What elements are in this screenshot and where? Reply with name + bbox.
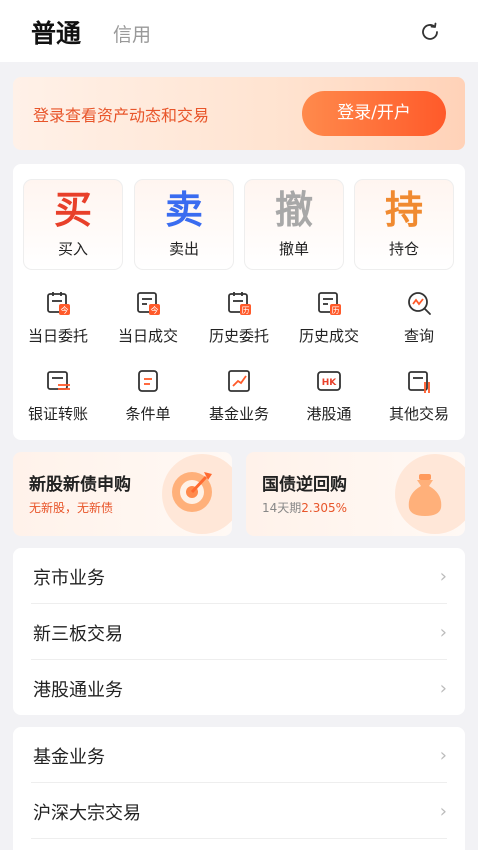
buy-glyph: 买: [53, 188, 92, 232]
cancel-label: 撤单: [278, 240, 309, 258]
buy-button[interactable]: 买 买入: [23, 179, 123, 270]
buy-label: 买入: [57, 240, 88, 258]
positions-button[interactable]: 持 持仓: [354, 179, 454, 270]
history-badge-text: 历: [242, 306, 250, 315]
repo-term: 14天期: [262, 501, 302, 515]
history-badge-text: 历: [332, 306, 340, 315]
promo-title: 国债逆回购: [262, 475, 347, 495]
grid-label: 历史成交: [298, 327, 359, 345]
today-badge-text: 今: [61, 305, 69, 315]
grid-history-orders[interactable]: 历 历史委托: [194, 289, 284, 346]
menu-label: 新三板交易: [33, 624, 123, 645]
grid-condition-order[interactable]: 条件单: [103, 367, 193, 424]
sell-glyph: 卖: [164, 188, 203, 232]
deal-history-icon: 历: [318, 292, 341, 315]
menu-group-1: 京市业务 › 新三板交易 › 港股通业务 ›: [13, 548, 465, 715]
promo-subtitle: 14天期2.305%: [262, 499, 347, 516]
cancel-glyph: 撤: [274, 188, 313, 232]
header: 普通 信用: [0, 0, 478, 62]
grid-label: 条件单: [125, 405, 171, 423]
cancel-order-button[interactable]: 撤 撤单: [244, 179, 344, 270]
refresh-icon[interactable]: [418, 20, 442, 44]
grid-label: 其他交易: [388, 405, 449, 423]
tab-credit[interactable]: 信用: [113, 20, 151, 47]
menu-item-neeq[interactable]: 新三板交易 ›: [31, 604, 447, 660]
grid-label: 港股通: [306, 405, 352, 423]
grid-fund-business[interactable]: 基金业务: [194, 367, 284, 424]
reverse-repo-card[interactable]: 国债逆回购 14天期2.305%: [246, 452, 465, 536]
grid-label: 当日委托: [27, 327, 88, 345]
hk-icon: HK: [317, 371, 341, 391]
chevron-right-icon: ›: [439, 678, 447, 699]
transfer-icon: [47, 371, 70, 390]
fund-icon: [228, 370, 250, 392]
ipo-subscription-card[interactable]: 新股新债申购 无新股，无新债: [13, 452, 232, 536]
target-icon: [162, 454, 232, 534]
grid-label: 基金业务: [208, 405, 269, 423]
hk-badge-text: HK: [322, 378, 338, 388]
positions-glyph: 持: [384, 188, 423, 232]
grid-label: 查询: [403, 327, 434, 345]
today-badge-text: 今: [151, 305, 159, 315]
grid-today-orders[interactable]: 今 当日委托: [13, 289, 103, 346]
menu-group-2: 基金业务 › 沪深大宗交易 ›: [13, 727, 465, 850]
deal-today-icon: 今: [137, 292, 160, 315]
promo-subtitle: 无新股，无新债: [29, 501, 114, 515]
calendar-today-icon: 今: [47, 292, 70, 315]
menu-item-block-trade[interactable]: 沪深大宗交易 ›: [31, 783, 447, 839]
grid-other-trade[interactable]: 其他交易: [374, 367, 464, 424]
menu-label: 港股通业务: [33, 680, 123, 701]
menu-label: 沪深大宗交易: [33, 803, 141, 824]
positions-label: 持仓: [388, 240, 419, 258]
sell-button[interactable]: 卖 卖出: [134, 179, 234, 270]
login-banner: 登录查看资产动态和交易 登录/开户: [13, 77, 465, 150]
menu-item-hk-connect[interactable]: 港股通业务 ›: [31, 660, 447, 716]
menu-item-beijing[interactable]: 京市业务 ›: [31, 548, 447, 604]
tab-normal[interactable]: 普通: [31, 14, 81, 50]
grid-today-deals[interactable]: 今 当日成交: [103, 289, 193, 346]
condition-order-icon: [138, 370, 158, 392]
menu-item-fund[interactable]: 基金业务 ›: [31, 727, 447, 783]
chevron-right-icon: ›: [439, 622, 447, 643]
calendar-history-icon: 历: [228, 292, 251, 315]
grid-label: 历史委托: [208, 327, 269, 345]
search-chart-icon: [408, 292, 431, 315]
chevron-right-icon: ›: [439, 801, 447, 822]
grid-query[interactable]: 查询: [374, 289, 464, 346]
chevron-right-icon: ›: [439, 566, 447, 587]
menu-label: 基金业务: [33, 747, 105, 768]
grid-history-deals[interactable]: 历 历史成交: [284, 289, 374, 346]
repo-rate: 2.305%: [301, 501, 348, 515]
login-register-button[interactable]: 登录/开户: [302, 91, 446, 136]
trade-panel: 买 买入 卖 卖出 撤 撤单 持 持仓 今 当日委托 今 当日成交 历 历史委托…: [13, 164, 465, 440]
grid-hk-connect[interactable]: HK 港股通: [284, 367, 374, 424]
grid-label: 银证转账: [27, 405, 88, 423]
other-trade-icon: [408, 371, 430, 393]
login-prompt: 登录查看资产动态和交易: [33, 106, 210, 125]
grid-bank-transfer[interactable]: 银证转账: [13, 367, 103, 424]
sell-label: 卖出: [168, 240, 199, 258]
chevron-right-icon: ›: [439, 745, 447, 766]
money-bag-icon: [395, 454, 465, 534]
promo-title: 新股新债申购: [29, 475, 131, 495]
grid-label: 当日成交: [117, 327, 178, 345]
menu-label: 京市业务: [33, 568, 105, 589]
